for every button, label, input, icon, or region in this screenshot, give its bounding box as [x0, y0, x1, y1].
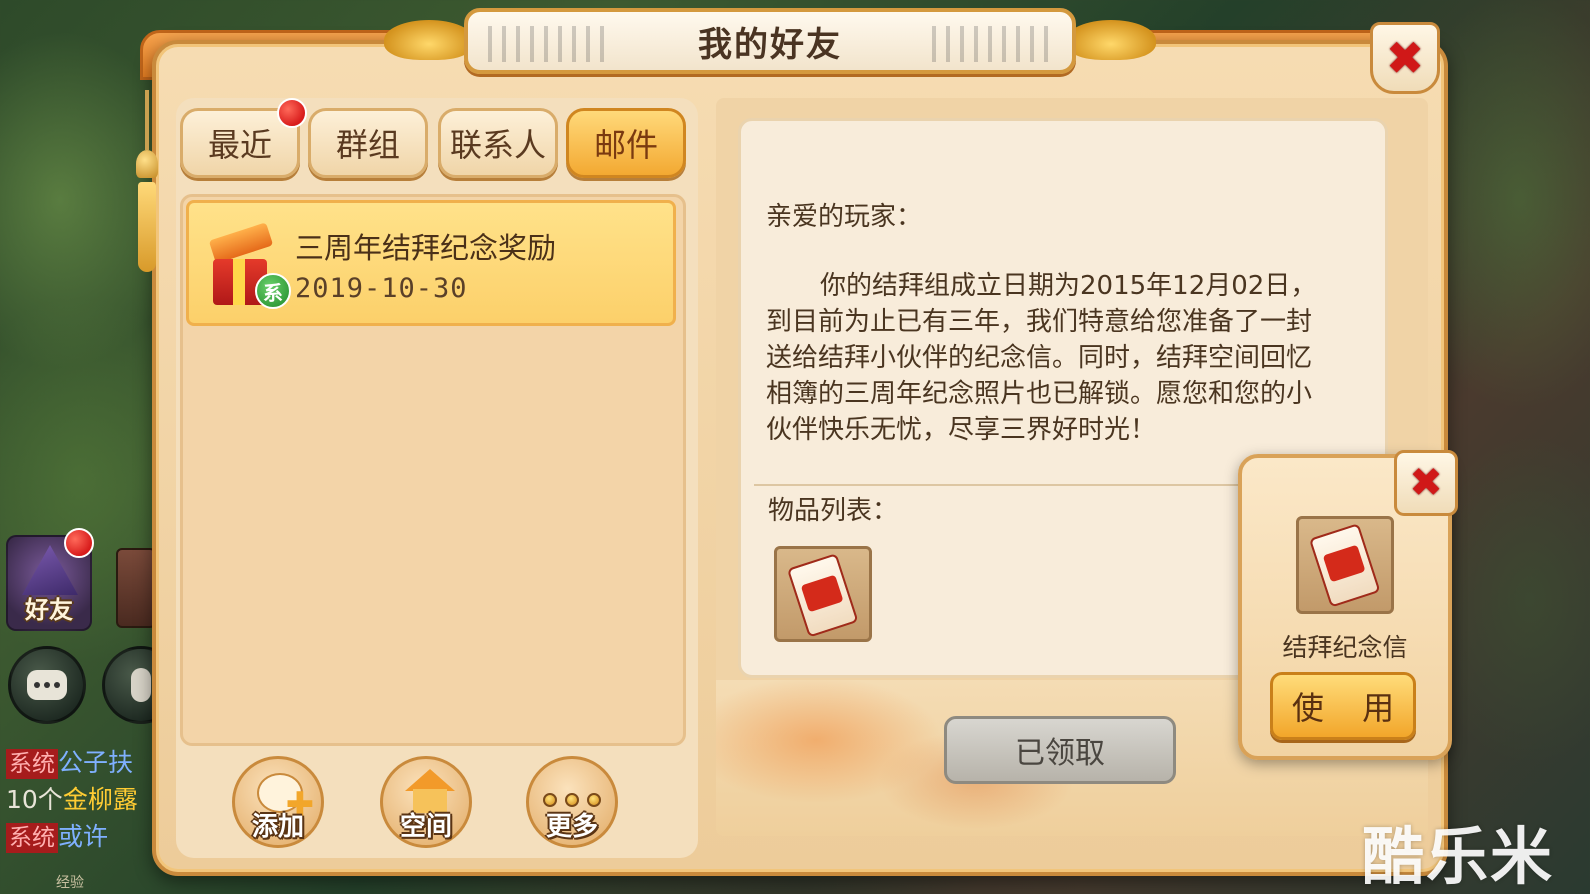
tab-label: 最近 [207, 126, 272, 164]
more-dots-icon [529, 793, 615, 807]
commemorative-letter-icon [781, 551, 867, 642]
tab-mail[interactable]: 邮件 [566, 108, 686, 178]
friends-notification-dot [64, 528, 94, 558]
title-plaque: 我的好友 [464, 8, 1076, 74]
watermark: 酷乐米 [1362, 820, 1555, 893]
system-badge: 系 [255, 273, 291, 309]
commemorative-letter-icon [1303, 521, 1389, 612]
more-button[interactable]: 更多 [526, 756, 618, 848]
chat-text: 公子扶 [58, 748, 134, 777]
system-tag: 系统 [6, 823, 58, 853]
action-label: 添加 [251, 812, 304, 842]
chat-button[interactable] [8, 646, 86, 724]
left-cloud-ornament [384, 20, 474, 60]
house-icon [405, 769, 455, 813]
tab-label: 邮件 [593, 126, 658, 164]
letter-salutation: 亲爱的玩家： [766, 202, 923, 232]
add-friend-button[interactable]: ✚ 添加 [232, 756, 324, 848]
right-cloud-ornament [1066, 20, 1156, 60]
popup-item-slot [1296, 516, 1394, 614]
mail-title: 三周年结拜纪念奖励 [295, 231, 557, 265]
landscape-decoration [932, 26, 1052, 62]
chat-log[interactable]: 系统 公子扶 10个金柳露 系统 或许 [6, 744, 166, 855]
avatar[interactable] [116, 548, 156, 628]
chat-line: 10个金柳露 [6, 781, 166, 818]
tab-contacts[interactable]: 联系人 [438, 108, 558, 178]
chat-text: 或许 [58, 822, 109, 851]
chat-bubble-icon [27, 670, 67, 700]
action-label: 空间 [399, 812, 452, 842]
close-button[interactable]: ✖ [1370, 22, 1440, 94]
chat-item-highlight: 金柳露 [62, 785, 138, 814]
items-label: 物品列表： [768, 496, 899, 526]
action-label: 更多 [545, 812, 598, 842]
mail-date: 2019-10-30 [295, 273, 468, 304]
item-slot[interactable] [774, 546, 872, 642]
use-button[interactable]: 使 用 [1270, 672, 1416, 740]
letter-body: 你的结拜组成立日期为2015年12月02日，到目前为止已有三年，我们特意给您准备… [766, 271, 1317, 445]
tab-label: 联系人 [449, 126, 546, 164]
friends-hud-label: 好友 [25, 596, 73, 624]
tassel-ornament [132, 90, 162, 272]
space-button[interactable]: 空间 [380, 756, 472, 848]
chat-line: 系统 公子扶 [6, 744, 166, 781]
received-button[interactable]: 已领取 [944, 716, 1176, 784]
chat-line: 系统 或许 [6, 818, 166, 855]
tab-label: 群组 [335, 126, 400, 164]
page-title: 我的好友 [698, 24, 842, 65]
close-icon: ✖ [1385, 31, 1425, 85]
system-tag: 系统 [6, 749, 58, 779]
microphone-icon [131, 668, 151, 702]
gift-box-icon: 系 [208, 222, 291, 309]
list-item[interactable]: 系 三周年结拜纪念奖励 2019-10-30 [186, 200, 676, 326]
popup-close-button[interactable]: ✖ [1394, 450, 1458, 516]
landscape-decoration [488, 26, 608, 62]
tab-groups[interactable]: 群组 [308, 108, 428, 178]
recent-notification-dot [277, 98, 307, 128]
close-icon: ✖ [1409, 460, 1443, 506]
popup-item-name: 结拜纪念信 [1282, 633, 1408, 662]
chat-text: 10个 [6, 785, 63, 814]
exp-label: 经验 [56, 875, 84, 891]
